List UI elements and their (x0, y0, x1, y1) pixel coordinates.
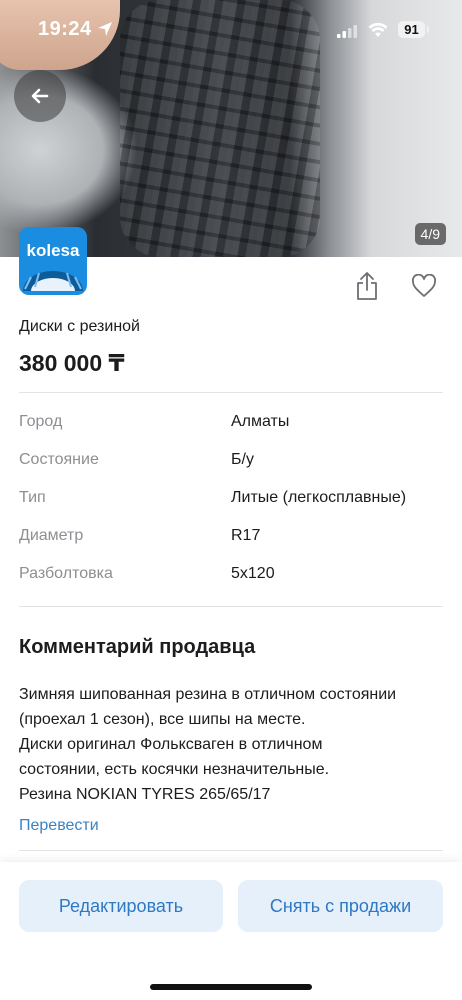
wifi-icon (368, 22, 388, 37)
listing-price: 380 000 ₸ (19, 350, 125, 376)
share-icon[interactable] (354, 271, 380, 301)
spec-label: Диаметр (19, 527, 84, 544)
divider (19, 606, 443, 607)
status-time: 19:24 (38, 18, 92, 40)
remove-from-sale-button[interactable]: Снять с продажи (238, 880, 443, 932)
spec-row-condition: Состояние Б/у (19, 451, 443, 475)
battery-tip (427, 26, 429, 33)
back-button[interactable] (14, 70, 66, 122)
spec-value: Литые (легкосплавные) (231, 489, 407, 506)
spec-value: Б/у (231, 451, 254, 468)
signal-icon (337, 25, 357, 38)
seller-comment-heading: Комментарий продавца (19, 636, 256, 658)
heart-icon[interactable] (411, 274, 437, 298)
kolesa-logo: kolesa (19, 227, 87, 295)
home-indicator (150, 984, 312, 990)
logo-text: kolesa (26, 241, 80, 260)
spec-value: R17 (231, 527, 261, 544)
spec-label: Город (19, 413, 63, 430)
logo-tire-graphic (23, 271, 83, 291)
location-arrow-icon (98, 22, 112, 36)
listing-title: Диски с резиной (19, 318, 140, 335)
comment-line: (проехал 1 сезон), все шипы на месте. (19, 711, 306, 728)
comment-line: Резина NOKIAN TYRES 265/65/17 (19, 786, 271, 803)
spec-value: Алматы (231, 413, 290, 430)
translate-link[interactable]: Перевести (19, 817, 99, 835)
edit-button[interactable]: Редактировать (19, 880, 223, 932)
divider (19, 850, 443, 851)
battery-indicator: 91 (398, 21, 425, 38)
seller-comment-text: Зимняя шипованная резина в отличном сост… (19, 682, 443, 807)
spec-label: Состояние (19, 451, 99, 468)
comment-line: Диски оригинал Фольксваген в отличном (19, 736, 323, 753)
spec-value: 5x120 (231, 565, 275, 582)
spec-row-bolt-pattern: Разболтовка 5x120 (19, 565, 443, 589)
spec-row-city: Город Алматы (19, 413, 443, 437)
spec-row-diameter: Диаметр R17 (19, 527, 443, 551)
comment-line: состоянии, есть косячки незначительные. (19, 761, 330, 778)
comment-line: Зимняя шипованная резина в отличном сост… (19, 686, 397, 703)
arrow-left-icon (31, 88, 49, 104)
divider (19, 392, 443, 393)
spec-row-type: Тип Литые (легкосплавные) (19, 489, 443, 513)
photo-counter: 4/9 (414, 223, 446, 245)
spec-label: Тип (19, 489, 46, 506)
status-bar: 19:24 91 (0, 0, 462, 54)
spec-label: Разболтовка (19, 565, 113, 582)
